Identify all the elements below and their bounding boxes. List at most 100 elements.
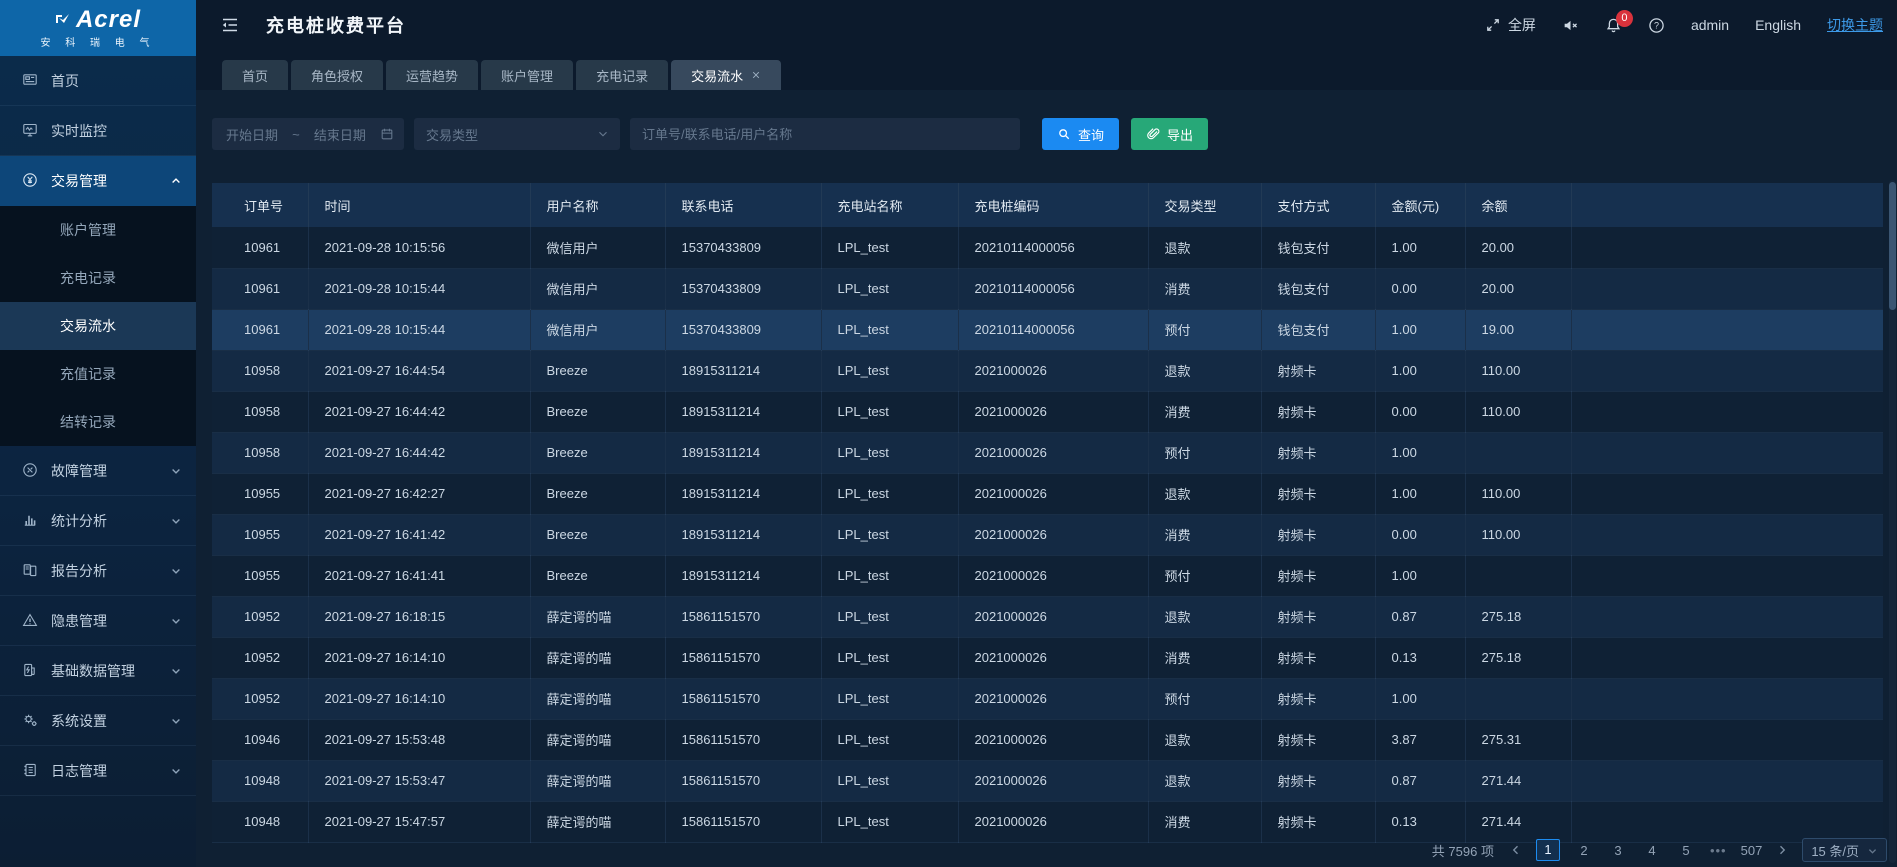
pagination-page-507[interactable]: 507 — [1741, 843, 1763, 858]
table-row[interactable]: 109612021-09-28 10:15:44微信用户15370433809L… — [212, 268, 1883, 309]
table-cell: 退款 — [1148, 350, 1261, 391]
vertical-scrollbar[interactable] — [1889, 180, 1896, 863]
date-range-picker[interactable]: 开始日期 ~ 结束日期 — [212, 118, 404, 150]
table-row[interactable]: 109612021-09-28 10:15:44微信用户15370433809L… — [212, 309, 1883, 350]
tab-charging-records[interactable]: 充电记录 — [576, 60, 668, 90]
table-cell: Breeze — [530, 555, 665, 596]
pagination-page-1[interactable]: 1 — [1536, 839, 1560, 861]
table-cell: 2021000026 — [958, 391, 1148, 432]
fullscreen-button[interactable]: 全屏 — [1485, 15, 1536, 35]
table-row[interactable]: 109462021-09-27 15:53:48薛定谔的喵15861151570… — [212, 719, 1883, 760]
help-button[interactable]: ? — [1648, 17, 1665, 34]
table-cell: 10961 — [212, 268, 308, 309]
table-row[interactable]: 109552021-09-27 16:41:41Breeze1891531121… — [212, 555, 1883, 596]
sidebar-subitem-charging-records[interactable]: 充电记录 — [0, 254, 196, 302]
table-cell-filler — [1571, 801, 1883, 842]
table-cell: 15861151570 — [665, 596, 821, 637]
table-cell: 2021-09-27 16:44:54 — [308, 350, 530, 391]
tab-role-authorization[interactable]: 角色授权 — [291, 60, 383, 90]
table-cell: LPL_test — [821, 432, 958, 473]
table-cell: 2021-09-27 16:41:42 — [308, 514, 530, 555]
close-icon[interactable] — [751, 70, 761, 80]
sidebar-item-statistical-analysis[interactable]: 统计分析 — [0, 496, 196, 546]
sidebar-item-realtime-monitor[interactable]: 实时监控 — [0, 106, 196, 156]
sidebar-subitem-carryover-records[interactable]: 结转记录 — [0, 398, 196, 446]
table-cell-filler — [1571, 268, 1883, 309]
chevron-right-icon[interactable] — [1776, 844, 1788, 856]
theme-toggle-link[interactable]: 切换主题 — [1827, 15, 1883, 35]
sidebar-item-base-data-management[interactable]: 基础数据管理 — [0, 646, 196, 696]
tab-label: 运营趋势 — [406, 66, 458, 85]
table-row[interactable]: 109482021-09-27 15:53:47薛定谔的喵15861151570… — [212, 760, 1883, 801]
sidebar-collapse-icon[interactable] — [220, 15, 240, 35]
table-cell-filler — [1571, 678, 1883, 719]
table-row[interactable]: 109482021-09-27 15:47:57薛定谔的喵15861151570… — [212, 801, 1883, 842]
table-row[interactable]: 109522021-09-27 16:14:10薛定谔的喵15861151570… — [212, 637, 1883, 678]
table-cell: 2021000026 — [958, 555, 1148, 596]
table-cell: 19.00 — [1465, 309, 1571, 350]
table-row[interactable]: 109552021-09-27 16:42:27Breeze1891531121… — [212, 473, 1883, 514]
sidebar-item-label: 隐患管理 — [51, 611, 107, 631]
notifications-button[interactable]: 0 — [1605, 17, 1622, 34]
tab-operation-trend[interactable]: 运营趋势 — [386, 60, 478, 90]
sidebar-subitem-recharge-records[interactable]: 充值记录 — [0, 350, 196, 398]
table-cell: 15370433809 — [665, 268, 821, 309]
scrollbar-thumb[interactable] — [1889, 182, 1896, 310]
query-button[interactable]: 查询 — [1042, 118, 1119, 150]
pagination-page-5[interactable]: 5 — [1676, 843, 1696, 858]
pagination-page-3[interactable]: 3 — [1608, 843, 1628, 858]
table-cell: 10961 — [212, 309, 308, 350]
sidebar-item-system-settings[interactable]: 系统设置 — [0, 696, 196, 746]
table-cell: LPL_test — [821, 801, 958, 842]
sidebar-item-report-analysis[interactable]: 报告分析 — [0, 546, 196, 596]
sidebar-item-transaction-management[interactable]: 交易管理 — [0, 156, 196, 206]
sidebar-item-label: 系统设置 — [51, 711, 107, 731]
sidebar-item-fault-management[interactable]: 故障管理 — [0, 446, 196, 496]
query-button-label: 查询 — [1078, 125, 1104, 144]
search-input[interactable] — [630, 118, 1020, 150]
pagination-page-4[interactable]: 4 — [1642, 843, 1662, 858]
table-cell: 射频卡 — [1261, 678, 1375, 719]
table-cell-filler — [1571, 555, 1883, 596]
table-cell: Breeze — [530, 391, 665, 432]
tab-label: 首页 — [242, 66, 268, 85]
username[interactable]: admin — [1691, 17, 1729, 33]
table-row[interactable]: 109522021-09-27 16:14:10薛定谔的喵15861151570… — [212, 678, 1883, 719]
table-row[interactable]: 109522021-09-27 16:18:15薛定谔的喵15861151570… — [212, 596, 1883, 637]
sidebar-subitem-account-management[interactable]: 账户管理 — [0, 206, 196, 254]
home-icon — [22, 72, 39, 89]
table-cell: 0.00 — [1375, 268, 1465, 309]
sidebar-item-hazard-management[interactable]: 隐患管理 — [0, 596, 196, 646]
yuan-circle-icon — [22, 172, 39, 189]
sidebar-item-home[interactable]: 首页 — [0, 56, 196, 106]
page-size-select[interactable]: 15 条/页 — [1802, 838, 1887, 862]
table-cell-filler — [1571, 391, 1883, 432]
tab-account-management[interactable]: 账户管理 — [481, 60, 573, 90]
tab-home[interactable]: 首页 — [222, 60, 288, 90]
chevron-left-icon[interactable] — [1510, 844, 1522, 856]
tab-transaction-flow[interactable]: 交易流水 — [671, 60, 781, 90]
table-cell-filler — [1571, 596, 1883, 637]
table-cell: 275.18 — [1465, 637, 1571, 678]
table-cell: LPL_test — [821, 268, 958, 309]
table-cell: 0.87 — [1375, 596, 1465, 637]
pagination-ellipsis[interactable]: ••• — [1710, 843, 1727, 858]
table-cell: 预付 — [1148, 555, 1261, 596]
pagination-page-2[interactable]: 2 — [1574, 843, 1594, 858]
table-cell: 2021-09-27 16:42:27 — [308, 473, 530, 514]
mute-button[interactable] — [1562, 17, 1579, 34]
transaction-type-select[interactable]: 交易类型 — [414, 118, 620, 150]
table-cell: 18915311214 — [665, 350, 821, 391]
table-row[interactable]: 109612021-09-28 10:15:56微信用户15370433809L… — [212, 227, 1883, 268]
language-switch[interactable]: English — [1755, 17, 1801, 33]
table-row[interactable]: 109552021-09-27 16:41:42Breeze1891531121… — [212, 514, 1883, 555]
export-button[interactable]: 导出 — [1131, 118, 1208, 150]
sidebar-subitem-transaction-flow[interactable]: 交易流水 — [0, 302, 196, 350]
sidebar-submenu: 账户管理充电记录交易流水充值记录结转记录 — [0, 206, 196, 446]
sidebar-item-log-management[interactable]: 日志管理 — [0, 746, 196, 796]
table-row[interactable]: 109582021-09-27 16:44:54Breeze1891531121… — [212, 350, 1883, 391]
table-cell: 2021000026 — [958, 350, 1148, 391]
table-row[interactable]: 109582021-09-27 16:44:42Breeze1891531121… — [212, 391, 1883, 432]
table-row[interactable]: 109582021-09-27 16:44:42Breeze1891531121… — [212, 432, 1883, 473]
table-cell: 10958 — [212, 350, 308, 391]
